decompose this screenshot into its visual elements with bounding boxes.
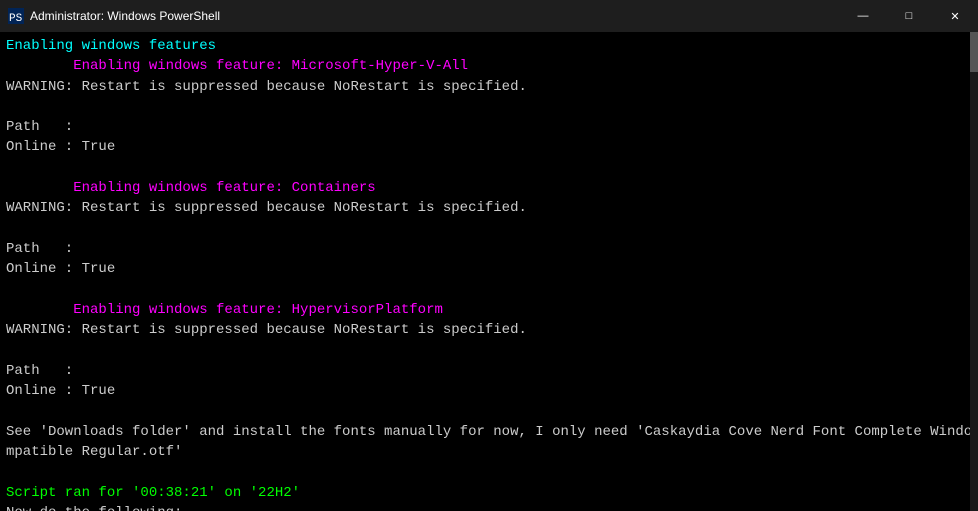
minimize-button[interactable]: — (840, 0, 886, 32)
terminal-line (6, 462, 972, 482)
terminal-line (6, 97, 972, 117)
terminal-line: Online : True (6, 381, 972, 401)
close-button[interactable]: ✕ (932, 0, 978, 32)
terminal-line: Enabling windows features (6, 36, 972, 56)
terminal-line: Online : True (6, 259, 972, 279)
terminal-line (6, 340, 972, 360)
window: PS Administrator: Windows PowerShell — □… (0, 0, 978, 511)
scrollbar-thumb[interactable] (970, 32, 978, 72)
terminal-line: Enabling windows feature: Containers (6, 178, 972, 198)
terminal-line: Now do the following: (6, 503, 972, 511)
terminal-line: See 'Downloads folder' and install the f… (6, 422, 972, 442)
terminal-line: mpatible Regular.otf' (6, 442, 972, 462)
titlebar-left: PS Administrator: Windows PowerShell (0, 8, 220, 24)
scrollbar[interactable] (970, 32, 978, 511)
terminal-line (6, 280, 972, 300)
terminal-line (6, 401, 972, 421)
terminal-line: Path : (6, 117, 972, 137)
terminal-line: WARNING: Restart is suppressed because N… (6, 320, 972, 340)
terminal-output[interactable]: Enabling windows features Enabling windo… (0, 32, 978, 511)
titlebar-controls: — □ ✕ (840, 0, 978, 32)
powershell-icon: PS (8, 8, 24, 24)
terminal-line: WARNING: Restart is suppressed because N… (6, 77, 972, 97)
terminal-line: Enabling windows feature: Microsoft-Hype… (6, 56, 972, 76)
terminal-line: Online : True (6, 137, 972, 157)
titlebar: PS Administrator: Windows PowerShell — □… (0, 0, 978, 32)
terminal-line: Path : (6, 239, 972, 259)
window-title: Administrator: Windows PowerShell (30, 9, 220, 23)
terminal-line: Path : (6, 361, 972, 381)
terminal-line (6, 219, 972, 239)
terminal-line (6, 158, 972, 178)
svg-text:PS: PS (9, 13, 23, 24)
terminal-line: Enabling windows feature: HypervisorPlat… (6, 300, 972, 320)
terminal-line: Script ran for '00:38:21' on '22H2' (6, 483, 972, 503)
terminal-line: WARNING: Restart is suppressed because N… (6, 198, 972, 218)
maximize-button[interactable]: □ (886, 0, 932, 32)
